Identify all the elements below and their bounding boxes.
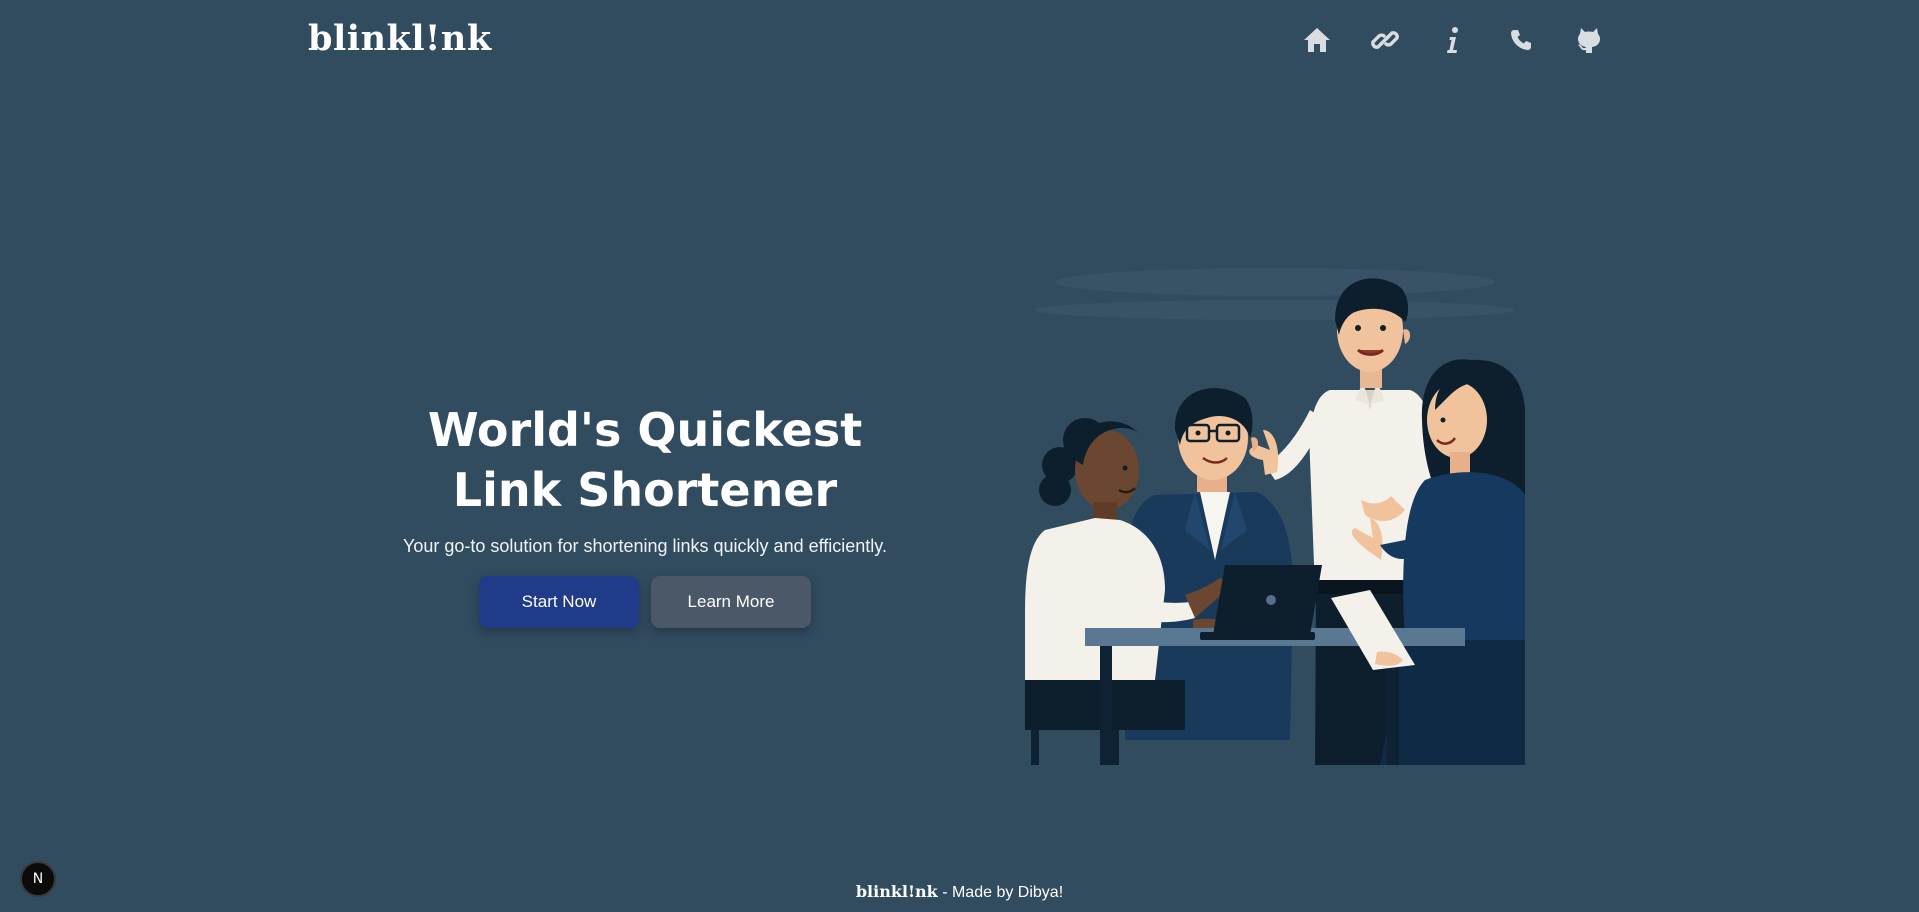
- info-icon: [1447, 27, 1458, 53]
- brand-logo[interactable]: blinkl!nk: [308, 18, 492, 60]
- learn-more-button[interactable]: Learn More: [651, 576, 811, 628]
- footer-credit: - Made by Dibya!: [937, 884, 1064, 901]
- phone-icon: [1511, 30, 1531, 50]
- home-icon: [1304, 28, 1330, 52]
- nav-contact[interactable]: [1506, 22, 1536, 58]
- footer: blinkl!nk - Made by Dibya!: [0, 882, 1919, 903]
- link-icon: [1371, 31, 1399, 49]
- hero-buttons: Start Now Learn More: [380, 576, 910, 628]
- nav-info[interactable]: [1438, 22, 1468, 58]
- nav-home[interactable]: [1302, 22, 1332, 58]
- hero-section: World's Quickest Link Shortener Your go-…: [380, 400, 910, 628]
- hero-subtitle: Your go-to solution for shortening links…: [403, 536, 887, 556]
- nav-link[interactable]: [1370, 22, 1400, 58]
- github-icon: [1578, 28, 1600, 53]
- page: blinkl!nk World's Quickest Link Shortene…: [0, 0, 1919, 912]
- nav-github[interactable]: [1574, 22, 1604, 58]
- footer-brand: blinkl!nk: [855, 882, 938, 901]
- top-nav: [1302, 22, 1604, 58]
- team-meeting-illustration: [1025, 268, 1525, 765]
- hero-title: World's Quickest Link Shortener: [427, 403, 863, 517]
- start-now-button[interactable]: Start Now: [479, 576, 639, 628]
